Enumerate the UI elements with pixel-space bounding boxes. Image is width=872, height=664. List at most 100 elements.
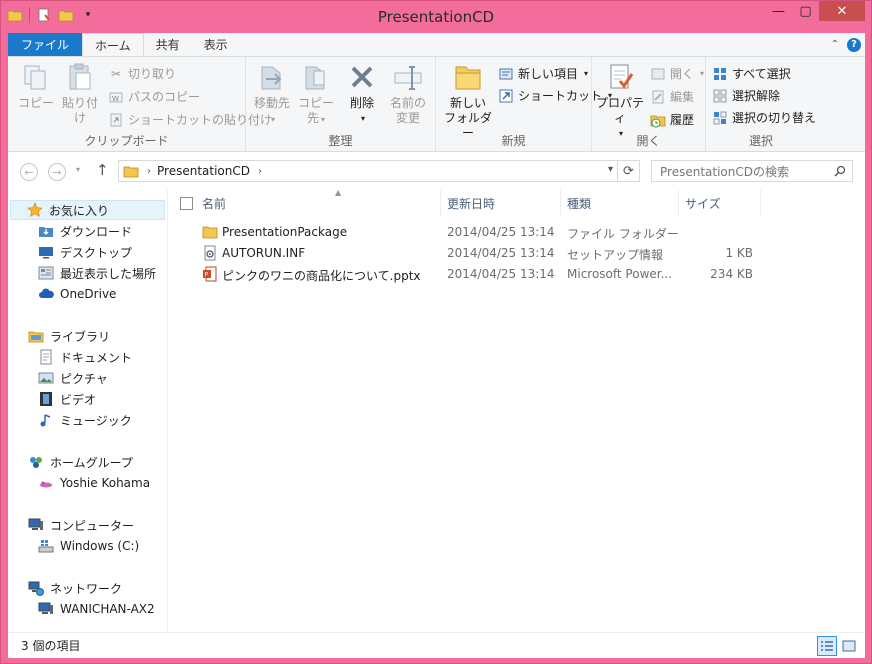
delete-button[interactable]: 削除 ▾ [346, 61, 378, 126]
copy-path-button[interactable]: W パスのコピー [108, 88, 200, 105]
folder-icon [123, 166, 139, 178]
edit-button[interactable]: 編集 [650, 88, 694, 105]
nav-item-homegroup[interactable]: ホームグループ [28, 452, 133, 472]
clipboard-group: コピー 貼り付け ✂ 切り取り W パスのコピー ショートカットの貼り付け クリ… [8, 57, 272, 151]
up-button[interactable]: ↑ [96, 161, 109, 179]
table-row[interactable]: AUTORUN.INF 2014/04/25 13:14 セットアップ情報 1 … [168, 243, 865, 264]
copy-to-button[interactable]: コピー先 ▾ [294, 61, 338, 127]
nav-item-onedrive[interactable]: OneDrive [38, 284, 116, 304]
computer-icon [28, 518, 43, 530]
file-size: 234 KB [710, 267, 753, 281]
tab-view[interactable]: 表示 [192, 33, 240, 56]
nav-item-music[interactable]: ミュージック [38, 410, 132, 430]
nav-label: WANICHAN-AX2 [60, 602, 155, 616]
new-folder-button[interactable]: 新しい フォルダー [440, 61, 496, 141]
details-view-button[interactable] [817, 636, 837, 656]
new-item-label: 新しい項目 [518, 67, 579, 81]
file-modified: 2014/04/25 13:14 [447, 246, 555, 260]
minimize-button[interactable]: — [765, 1, 792, 21]
navigation-bar: ← → ▾ ↑ › PresentationCD › ▾ ⟳ Presentat… [8, 152, 865, 190]
paste-button[interactable]: 貼り付け [58, 61, 102, 126]
large-icons-view-icon [842, 640, 856, 652]
search-input[interactable]: PresentationCDの検索 [651, 160, 853, 182]
large-icons-view-button[interactable] [839, 636, 859, 656]
open-group-label: 開く [636, 134, 661, 148]
nav-item-drive[interactable]: Windows (C:) [38, 536, 139, 556]
select-none-button[interactable]: 選択解除 [712, 87, 780, 104]
collapse-ribbon-icon[interactable]: ⌃ [831, 39, 839, 50]
recent-places-icon [38, 266, 54, 280]
tab-home[interactable]: ホーム [82, 33, 144, 56]
nav-item-favorites[interactable]: お気に入り [10, 200, 165, 220]
new-item-button[interactable]: 新しい項目 ▾ [498, 65, 588, 82]
breadcrumb-separator-icon[interactable]: › [258, 166, 262, 177]
forward-button[interactable]: → [48, 163, 66, 181]
address-bar[interactable]: › PresentationCD › ▾ ⟳ [118, 160, 640, 182]
nav-label: ネットワーク [50, 581, 123, 596]
new-item-icon [499, 68, 513, 79]
select-all-checkbox[interactable] [180, 197, 193, 210]
file-type: ファイル フォルダー [567, 227, 679, 241]
table-row[interactable]: P ピンクのワニの商品化について.pptx 2014/04/25 13:14 M… [168, 264, 865, 285]
properties-button[interactable]: プロパティ ▾ [594, 61, 646, 141]
nav-item-network[interactable]: ネットワーク [28, 578, 122, 598]
new-item-dropdown-icon: ▾ [584, 69, 589, 78]
status-bar: 3 個の項目 [8, 632, 865, 658]
column-header-size[interactable]: サイズ [679, 190, 761, 216]
rename-label-2: 変更 [395, 111, 420, 125]
open-group: プロパティ ▾ 開く ▾ 編集 履歴 開く [592, 57, 706, 151]
move-to-icon [261, 66, 282, 90]
rename-button[interactable]: 名前の 変更 [388, 61, 428, 126]
navigation-pane: お気に入り ダウンロード デスクトップ 最近表示した場所 OneDrive ライ… [8, 190, 168, 632]
nav-item-videos[interactable]: ビデオ [38, 389, 96, 409]
history-button[interactable]: 履歴 [650, 111, 694, 128]
properties-label: プロパティ [595, 96, 644, 125]
tab-share[interactable]: 共有 [144, 33, 192, 56]
copy-icon [24, 65, 46, 90]
tab-file[interactable]: ファイル [8, 33, 83, 56]
nav-item-computer[interactable]: コンピューター [28, 515, 134, 535]
column-header-modified[interactable]: 更新日時 [441, 190, 561, 216]
select-all-label: すべて選択 [732, 67, 791, 81]
documents-icon [40, 349, 52, 365]
refresh-button[interactable]: ⟳ [617, 161, 639, 181]
nav-label: ホームグループ [50, 455, 133, 470]
open-label: 開く [670, 67, 695, 81]
delete-dropdown-icon[interactable]: ▾ [361, 111, 365, 126]
maximize-button[interactable]: ▢ [792, 1, 819, 21]
open-button[interactable]: 開く ▾ [650, 65, 704, 82]
nav-item-network-pc[interactable]: WANICHAN-AX2 [38, 599, 155, 619]
select-all-button[interactable]: すべて選択 [712, 65, 791, 82]
desktop-icon [39, 247, 53, 259]
nav-item-desktop[interactable]: デスクトップ [38, 242, 132, 262]
back-button[interactable]: ← [20, 163, 38, 181]
nav-item-documents[interactable]: ドキュメント [38, 347, 132, 367]
file-name: AUTORUN.INF [222, 246, 306, 260]
address-dropdown-icon[interactable]: ▾ [608, 164, 613, 175]
recent-locations-icon[interactable]: ▾ [76, 165, 80, 174]
history-icon [650, 115, 666, 127]
move-to-label: 移動先▾ [253, 96, 290, 124]
column-header-type-label: 種類 [567, 196, 592, 211]
copy-button[interactable]: コピー [18, 61, 54, 111]
column-header-name[interactable]: 名前 ▲ [196, 188, 441, 216]
nav-item-downloads[interactable]: ダウンロード [38, 221, 132, 241]
nav-item-pictures[interactable]: ピクチャ [38, 368, 108, 388]
breadcrumb-separator-icon[interactable]: › [147, 166, 151, 177]
nav-item-recent[interactable]: 最近表示した場所 [38, 263, 156, 283]
breadcrumb-item[interactable]: PresentationCD [157, 164, 250, 178]
table-row[interactable]: PresentationPackage 2014/04/25 13:14 ファイ… [168, 222, 865, 243]
new-group-label: 新規 [501, 134, 526, 148]
edit-label: 編集 [670, 90, 695, 104]
nav-item-homegroup-user[interactable]: Yoshie Kohama [38, 473, 150, 493]
close-button[interactable]: ✕ [819, 1, 865, 21]
paste-label: 貼り付け [61, 96, 98, 125]
nav-label: ビデオ [60, 392, 97, 407]
invert-selection-button[interactable]: 選択の切り替え [712, 109, 816, 126]
nav-label: ダウンロード [60, 224, 133, 239]
help-icon[interactable]: ? [847, 37, 861, 52]
cut-button[interactable]: ✂ 切り取り [108, 65, 176, 82]
nav-item-libraries[interactable]: ライブラリ [28, 326, 110, 346]
column-header-type[interactable]: 種類 [561, 190, 679, 216]
move-to-button[interactable]: 移動先▾ [252, 61, 292, 127]
